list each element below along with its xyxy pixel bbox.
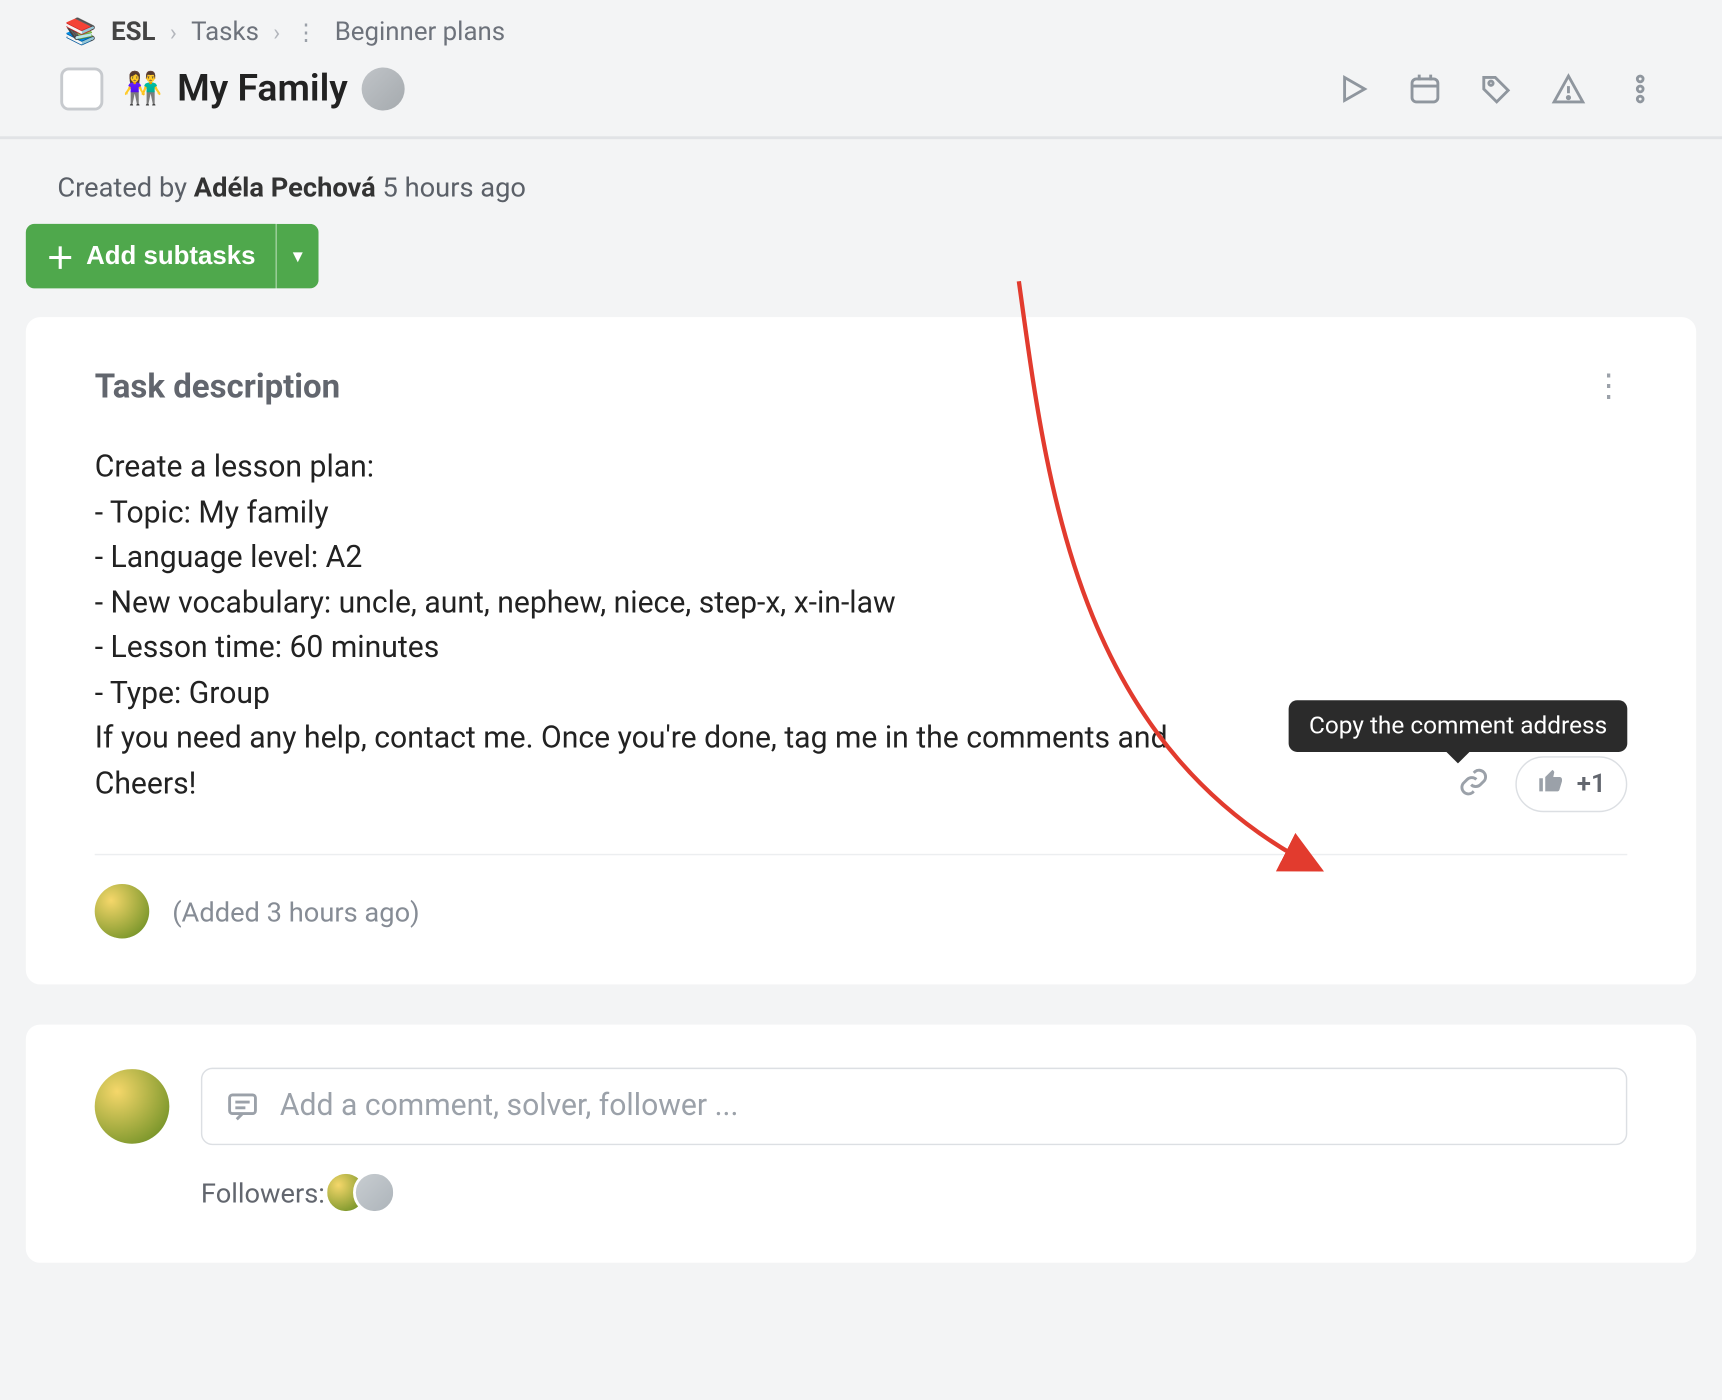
add-subtasks-group[interactable]: ＋ Add subtasks ▾ bbox=[26, 224, 319, 289]
tooltip-text: Copy the comment address bbox=[1309, 712, 1607, 741]
description-body[interactable]: Create a lesson plan: - Topic: My family… bbox=[95, 446, 1628, 808]
task-toolbar bbox=[1335, 70, 1694, 107]
comment-input[interactable]: Add a comment, solver, follower ... bbox=[201, 1068, 1627, 1145]
plus-one-button[interactable]: +1 bbox=[1515, 756, 1627, 812]
task-emoji: 👫 bbox=[123, 71, 162, 107]
breadcrumb-more-icon[interactable]: ⋮ bbox=[295, 19, 321, 46]
tag-icon[interactable] bbox=[1478, 70, 1515, 107]
author-avatar[interactable] bbox=[95, 884, 150, 939]
breadcrumb-leaf[interactable]: Beginner plans bbox=[335, 17, 505, 47]
created-time: 5 hours ago bbox=[383, 171, 526, 204]
plus-one-label: +1 bbox=[1577, 769, 1606, 799]
breadcrumb-tasks[interactable]: Tasks bbox=[191, 17, 259, 47]
divider bbox=[95, 854, 1628, 855]
created-author[interactable]: Adéla Pechová bbox=[194, 171, 376, 204]
task-title-text: My Family bbox=[177, 67, 348, 110]
thumbs-up-icon bbox=[1537, 766, 1566, 802]
more-icon[interactable] bbox=[1622, 70, 1659, 107]
chevron-right-icon: › bbox=[273, 19, 280, 46]
plus-icon: ＋ bbox=[46, 235, 75, 277]
breadcrumb-root[interactable]: ESL bbox=[111, 17, 155, 47]
desc-line: Create a lesson plan: bbox=[95, 446, 1628, 491]
current-user-avatar[interactable] bbox=[95, 1069, 170, 1144]
warning-icon[interactable] bbox=[1550, 70, 1587, 107]
description-card: Task description ⋮ Create a lesson plan:… bbox=[26, 317, 1696, 984]
project-icon: 📚 bbox=[65, 17, 97, 47]
followers-row: Followers: bbox=[201, 1171, 1627, 1214]
follower-avatars[interactable] bbox=[339, 1171, 396, 1214]
desc-line: - New vocabulary: uncle, aunt, nephew, n… bbox=[95, 582, 1628, 627]
created-meta: Created by Adéla Pechová 5 hours ago bbox=[0, 139, 1722, 224]
assignee-avatar[interactable] bbox=[362, 67, 405, 110]
add-subtasks-caret[interactable]: ▾ bbox=[276, 224, 319, 289]
add-subtasks-label: Add subtasks bbox=[86, 241, 255, 271]
add-subtasks-button[interactable]: ＋ Add subtasks bbox=[26, 224, 276, 289]
comment-card: Add a comment, solver, follower ... Foll… bbox=[26, 1025, 1696, 1263]
created-prefix: Created by bbox=[57, 171, 193, 204]
task-title[interactable]: 👫 My Family bbox=[123, 67, 405, 110]
header-bar: 📚 ESL › Tasks › ⋮ Beginner plans 👫 My Fa… bbox=[0, 0, 1722, 139]
chevron-right-icon: › bbox=[170, 19, 177, 46]
comment-icon bbox=[225, 1089, 259, 1123]
comment-actions: +1 bbox=[1458, 756, 1628, 812]
desc-line: Cheers! bbox=[95, 763, 1628, 808]
complete-checkbox[interactable] bbox=[60, 67, 103, 110]
added-timestamp: (Added 3 hours ago) bbox=[172, 895, 419, 928]
breadcrumb[interactable]: 📚 ESL › Tasks › ⋮ Beginner plans bbox=[29, 17, 1694, 47]
description-heading: Task description bbox=[95, 367, 340, 406]
follower-avatar[interactable] bbox=[354, 1171, 397, 1214]
copy-link-tooltip: Copy the comment address bbox=[1289, 700, 1627, 752]
desc-line: - Topic: My family bbox=[95, 491, 1628, 536]
desc-line: - Language level: A2 bbox=[95, 537, 1628, 582]
followers-label: Followers: bbox=[201, 1176, 325, 1209]
card-more-icon[interactable]: ⋮ bbox=[1593, 369, 1627, 405]
play-icon[interactable] bbox=[1335, 70, 1372, 107]
calendar-icon[interactable] bbox=[1406, 70, 1443, 107]
comment-placeholder: Add a comment, solver, follower ... bbox=[280, 1089, 739, 1123]
copy-link-icon[interactable] bbox=[1458, 766, 1490, 803]
desc-line: - Lesson time: 60 minutes bbox=[95, 627, 1628, 672]
